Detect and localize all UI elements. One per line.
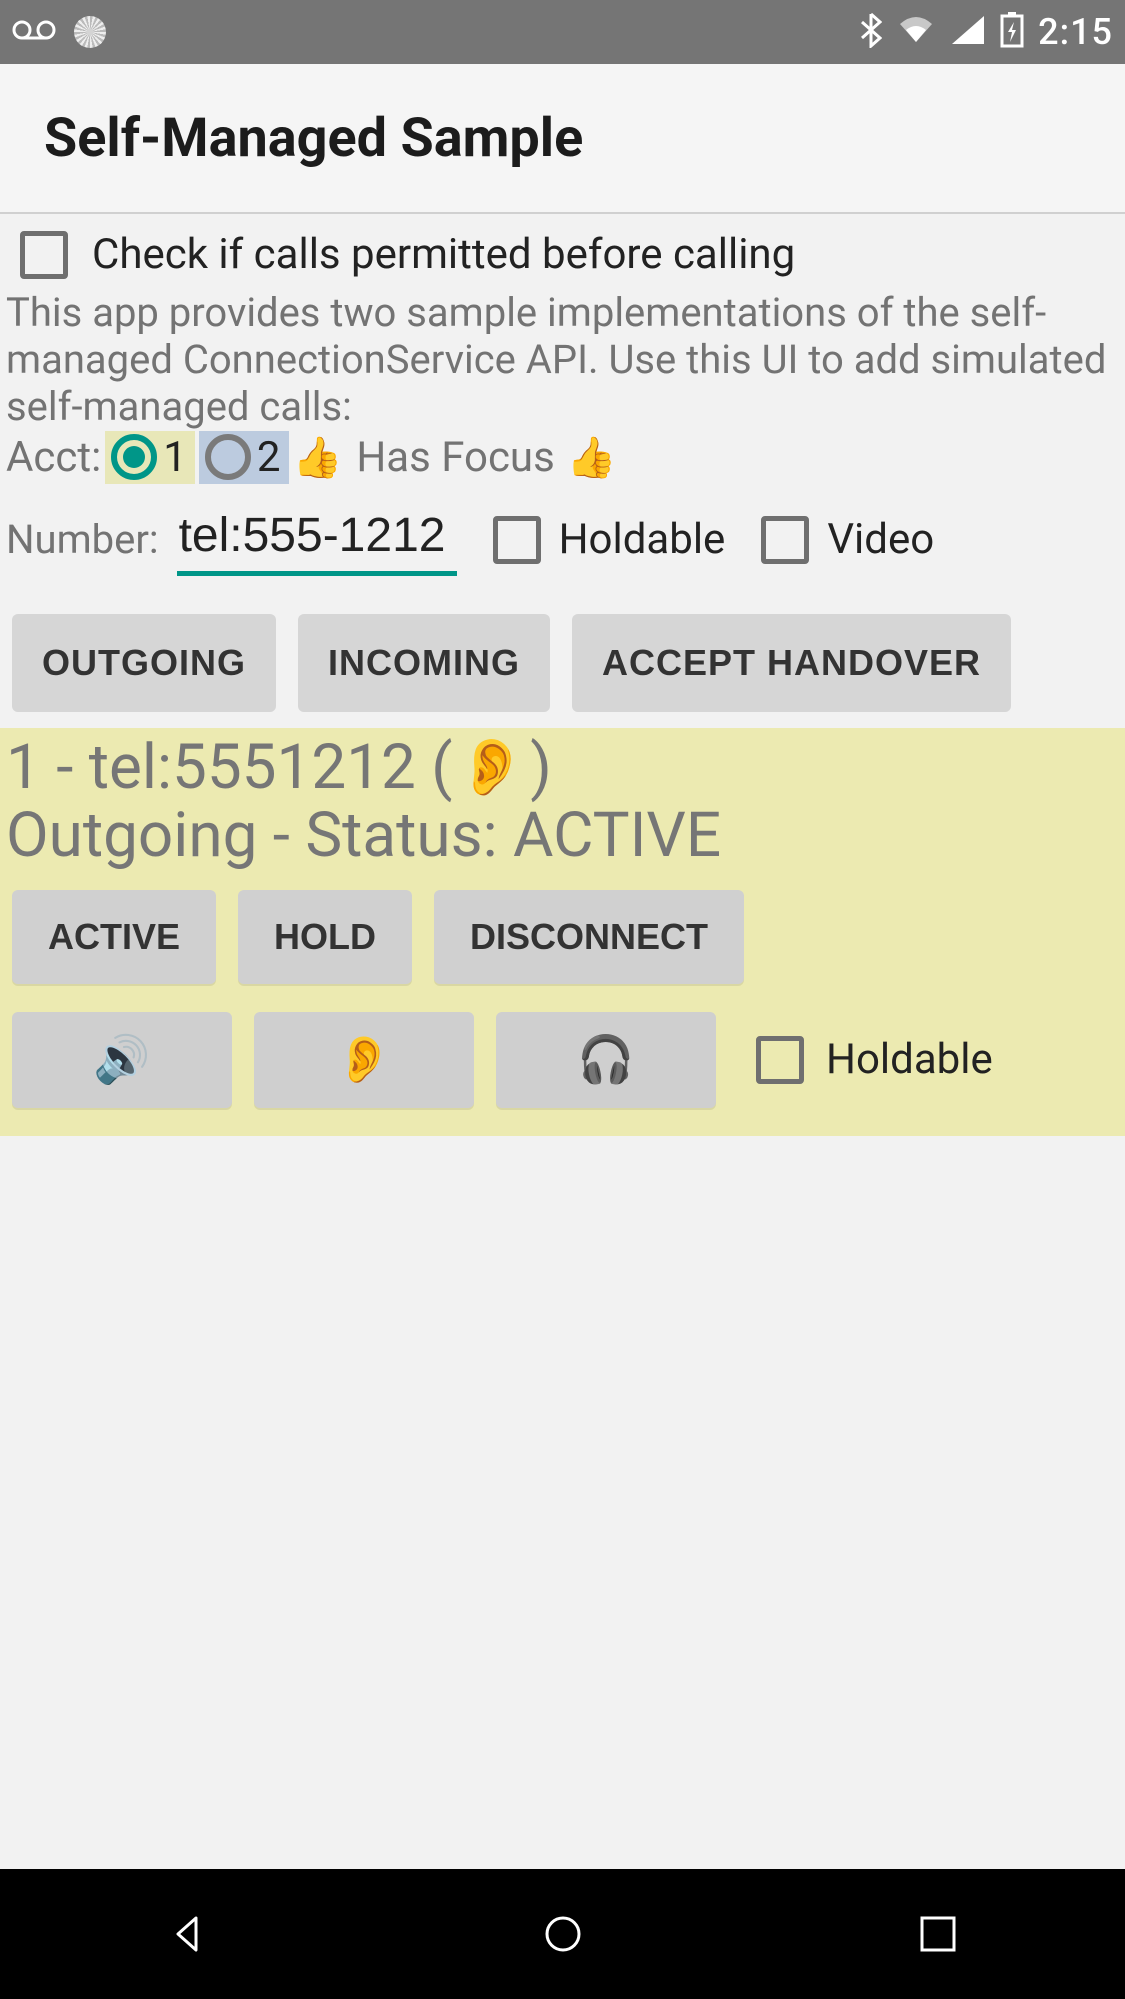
call-holdable-checkbox[interactable] <box>756 1036 804 1084</box>
description-text: This app provides two sample implementat… <box>0 289 1125 431</box>
hold-button[interactable]: HOLD <box>238 890 412 984</box>
call-holdable-label: Holdable <box>826 1035 993 1084</box>
audio-route-row: 🔊 👂 🎧 Holdable <box>0 994 1125 1118</box>
wifi-icon <box>896 14 936 50</box>
thumbs-up-icon: 👍 <box>293 434 343 481</box>
speaker-icon: 🔊 <box>93 1032 150 1087</box>
accept-handover-button[interactable]: ACCEPT HANDOVER <box>572 614 1011 712</box>
account-row: Acct: 1 2 👍 Has Focus 👍 <box>0 431 1125 484</box>
acct-1-label: 1 <box>163 433 187 482</box>
earpiece-button[interactable]: 👂 <box>254 1012 474 1108</box>
thumbs-up-icon: 👍 <box>567 434 617 481</box>
ear-icon: 👂 <box>335 1032 392 1087</box>
voicemail-icon <box>12 18 56 46</box>
headset-button[interactable]: 🎧 <box>496 1012 716 1108</box>
call-info-line2: Outgoing - Status: ACTIVE <box>0 802 1125 870</box>
main-content: Check if calls permitted before calling … <box>0 214 1125 1136</box>
bluetooth-icon <box>860 12 882 52</box>
holdable-checkbox[interactable] <box>493 516 541 564</box>
cell-signal-icon <box>950 14 986 50</box>
disconnect-button[interactable]: DISCONNECT <box>434 890 744 984</box>
acct-option-2[interactable]: 2 <box>199 431 289 484</box>
nav-recent-button[interactable] <box>908 1904 968 1964</box>
acct-option-1[interactable]: 1 <box>105 431 195 484</box>
loading-spinner-icon <box>74 16 106 48</box>
check-permitted-checkbox[interactable] <box>20 231 68 279</box>
call-line1-prefix: 1 - tel:5551212 ( <box>6 734 453 802</box>
number-input[interactable] <box>177 504 457 576</box>
call-line1-suffix: ) <box>530 734 552 802</box>
headset-icon: 🎧 <box>577 1032 634 1087</box>
page-title: Self-Managed Sample <box>44 107 583 170</box>
call-card: 1 - tel:5551212 ( 👂 ) Outgoing - Status:… <box>0 728 1125 1136</box>
battery-charging-icon <box>1000 12 1024 52</box>
nav-home-button[interactable] <box>533 1904 593 1964</box>
call-holdable-option: Holdable <box>756 1035 993 1084</box>
video-label: Video <box>827 515 934 564</box>
speaker-button[interactable]: 🔊 <box>12 1012 232 1108</box>
number-row: Number: Holdable Video <box>0 484 1125 586</box>
nav-back-button[interactable] <box>158 1904 218 1964</box>
holdable-label: Holdable <box>559 515 726 564</box>
status-bar-right: 2:15 <box>860 11 1113 53</box>
status-bar: 2:15 <box>0 0 1125 64</box>
ear-icon: 👂 <box>457 737 527 799</box>
video-option: Video <box>761 515 934 564</box>
acct-2-label: 2 <box>257 433 281 482</box>
call-buttons-row: OUTGOING INCOMING ACCEPT HANDOVER <box>0 586 1125 728</box>
nav-bar <box>0 1869 1125 1999</box>
call-info-line1: 1 - tel:5551212 ( 👂 ) <box>0 734 1125 802</box>
active-button[interactable]: ACTIVE <box>12 890 216 984</box>
outgoing-button[interactable]: OUTGOING <box>12 614 276 712</box>
check-permitted-label: Check if calls permitted before calling <box>92 230 795 279</box>
radio-selected-icon <box>111 434 157 480</box>
number-label: Number: <box>6 516 159 563</box>
has-focus-label: Has Focus <box>356 433 554 482</box>
incoming-button[interactable]: INCOMING <box>298 614 550 712</box>
action-bar: Self-Managed Sample <box>0 64 1125 214</box>
check-permitted-row: Check if calls permitted before calling <box>0 214 1125 289</box>
video-checkbox[interactable] <box>761 516 809 564</box>
call-state-buttons: ACTIVE HOLD DISCONNECT <box>0 870 1125 994</box>
acct-label: Acct: <box>6 433 101 482</box>
status-bar-time: 2:15 <box>1038 11 1113 53</box>
holdable-option: Holdable <box>493 515 726 564</box>
radio-unselected-icon <box>205 434 251 480</box>
status-bar-left <box>12 16 106 48</box>
